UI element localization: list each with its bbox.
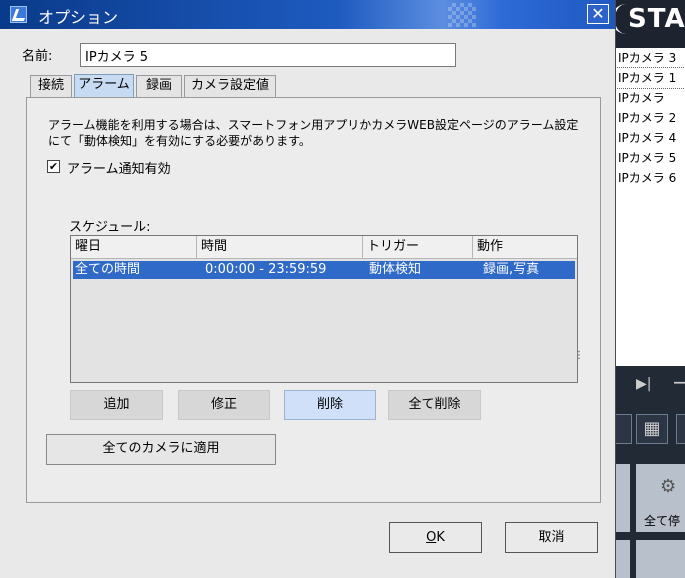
brand-logo-text: STA [628, 4, 685, 34]
alarm-description: アラーム機能を利用する場合は、スマートフォン用アプリかカメラWEB設定ページのア… [48, 118, 579, 148]
ok-button[interactable]: OK [389, 522, 482, 553]
schedule-table[interactable]: 曜日 時間 トリガー 動作 全ての時間 0:00:00 - 23:59:59 動… [70, 235, 578, 383]
cancel-button[interactable]: 取消 [505, 522, 598, 553]
camera-list-item[interactable]: IPカメラ 2 [612, 108, 685, 128]
name-input[interactable] [80, 43, 456, 67]
camera-list-item[interactable]: IPカメラ [612, 88, 685, 108]
stop-all-label: 全て停 [644, 514, 681, 528]
delete-button[interactable]: 削除 [284, 390, 376, 420]
play-icon[interactable]: ▶| [636, 376, 651, 392]
camera-list[interactable]: IPカメラ 3 IPカメラ 1 IPカメラ IPカメラ 2 IPカメラ 4 IP… [611, 48, 685, 366]
options-dialog: オプション ✕ 名前: 接続 アラーム 録画 カメラ設定値 アラーム機能を利用す… [0, 0, 616, 578]
camera-list-item[interactable]: IPカメラ 3 [612, 48, 685, 68]
delete-all-button[interactable]: 全て削除 [388, 390, 481, 420]
title-bar[interactable]: オプション ✕ [0, 0, 615, 29]
close-icon: ✕ [591, 4, 605, 23]
layout-other-button[interactable] [676, 414, 685, 444]
column-header-day[interactable]: 曜日 [71, 236, 197, 258]
tab-camera-settings[interactable]: カメラ設定値 [184, 75, 276, 97]
camera-list-item[interactable]: IPカメラ 6 [612, 168, 685, 188]
schedule-label: スケジュール: [69, 220, 151, 235]
resize-grip-icon: ⋮ [574, 350, 584, 361]
alarm-enable-label[interactable]: アラーム通知有効 [67, 158, 171, 177]
title-bar-pattern [448, 3, 476, 27]
schedule-table-header: 曜日 時間 トリガー 動作 [71, 236, 577, 259]
cell-action: 録画,写真 [483, 262, 540, 277]
layout-grid-button[interactable]: ▦ [636, 414, 668, 444]
tab-connection[interactable]: 接続 [30, 75, 72, 97]
camera-list-item[interactable]: IPカメラ 1 [611, 67, 685, 89]
column-header-time[interactable]: 時間 [197, 236, 363, 258]
minus-icon[interactable]: − [672, 370, 685, 394]
stop-all-button[interactable]: ⚙ 全て停 [636, 464, 685, 532]
table-row[interactable]: 全ての時間 0:00:00 - 23:59:59 動体検知 録画,写真 [73, 261, 575, 279]
camera-list-item[interactable]: IPカメラ 4 [612, 128, 685, 148]
tab-alarm[interactable]: アラーム [74, 74, 134, 98]
camera-list-item[interactable]: IPカメラ 5 [612, 148, 685, 168]
grid-icon: ▦ [643, 418, 661, 439]
dialog-title: オプション [38, 8, 119, 27]
column-header-action[interactable]: 動作 [473, 236, 577, 258]
background-button[interactable] [636, 540, 685, 578]
cell-day: 全ての時間 [75, 262, 141, 277]
tab-recording[interactable]: 録画 [136, 75, 182, 97]
cell-time: 0:00:00 - 23:59:59 [205, 262, 327, 277]
app-icon [10, 6, 27, 23]
close-button[interactable]: ✕ [587, 4, 609, 24]
cell-trigger: 動体検知 [369, 262, 422, 277]
ok-label-rest: K [436, 530, 445, 545]
ok-mnemonic: O [426, 530, 437, 545]
apply-to-all-cameras-button[interactable]: 全てのカメラに適用 [46, 434, 276, 465]
add-button[interactable]: 追加 [70, 390, 163, 420]
column-header-trigger[interactable]: トリガー [363, 236, 473, 258]
edit-button[interactable]: 修正 [178, 390, 270, 420]
name-label: 名前: [22, 49, 53, 64]
network-icon: ⚙ [660, 476, 677, 497]
alarm-enable-checkbox[interactable]: ✔ [47, 160, 60, 173]
